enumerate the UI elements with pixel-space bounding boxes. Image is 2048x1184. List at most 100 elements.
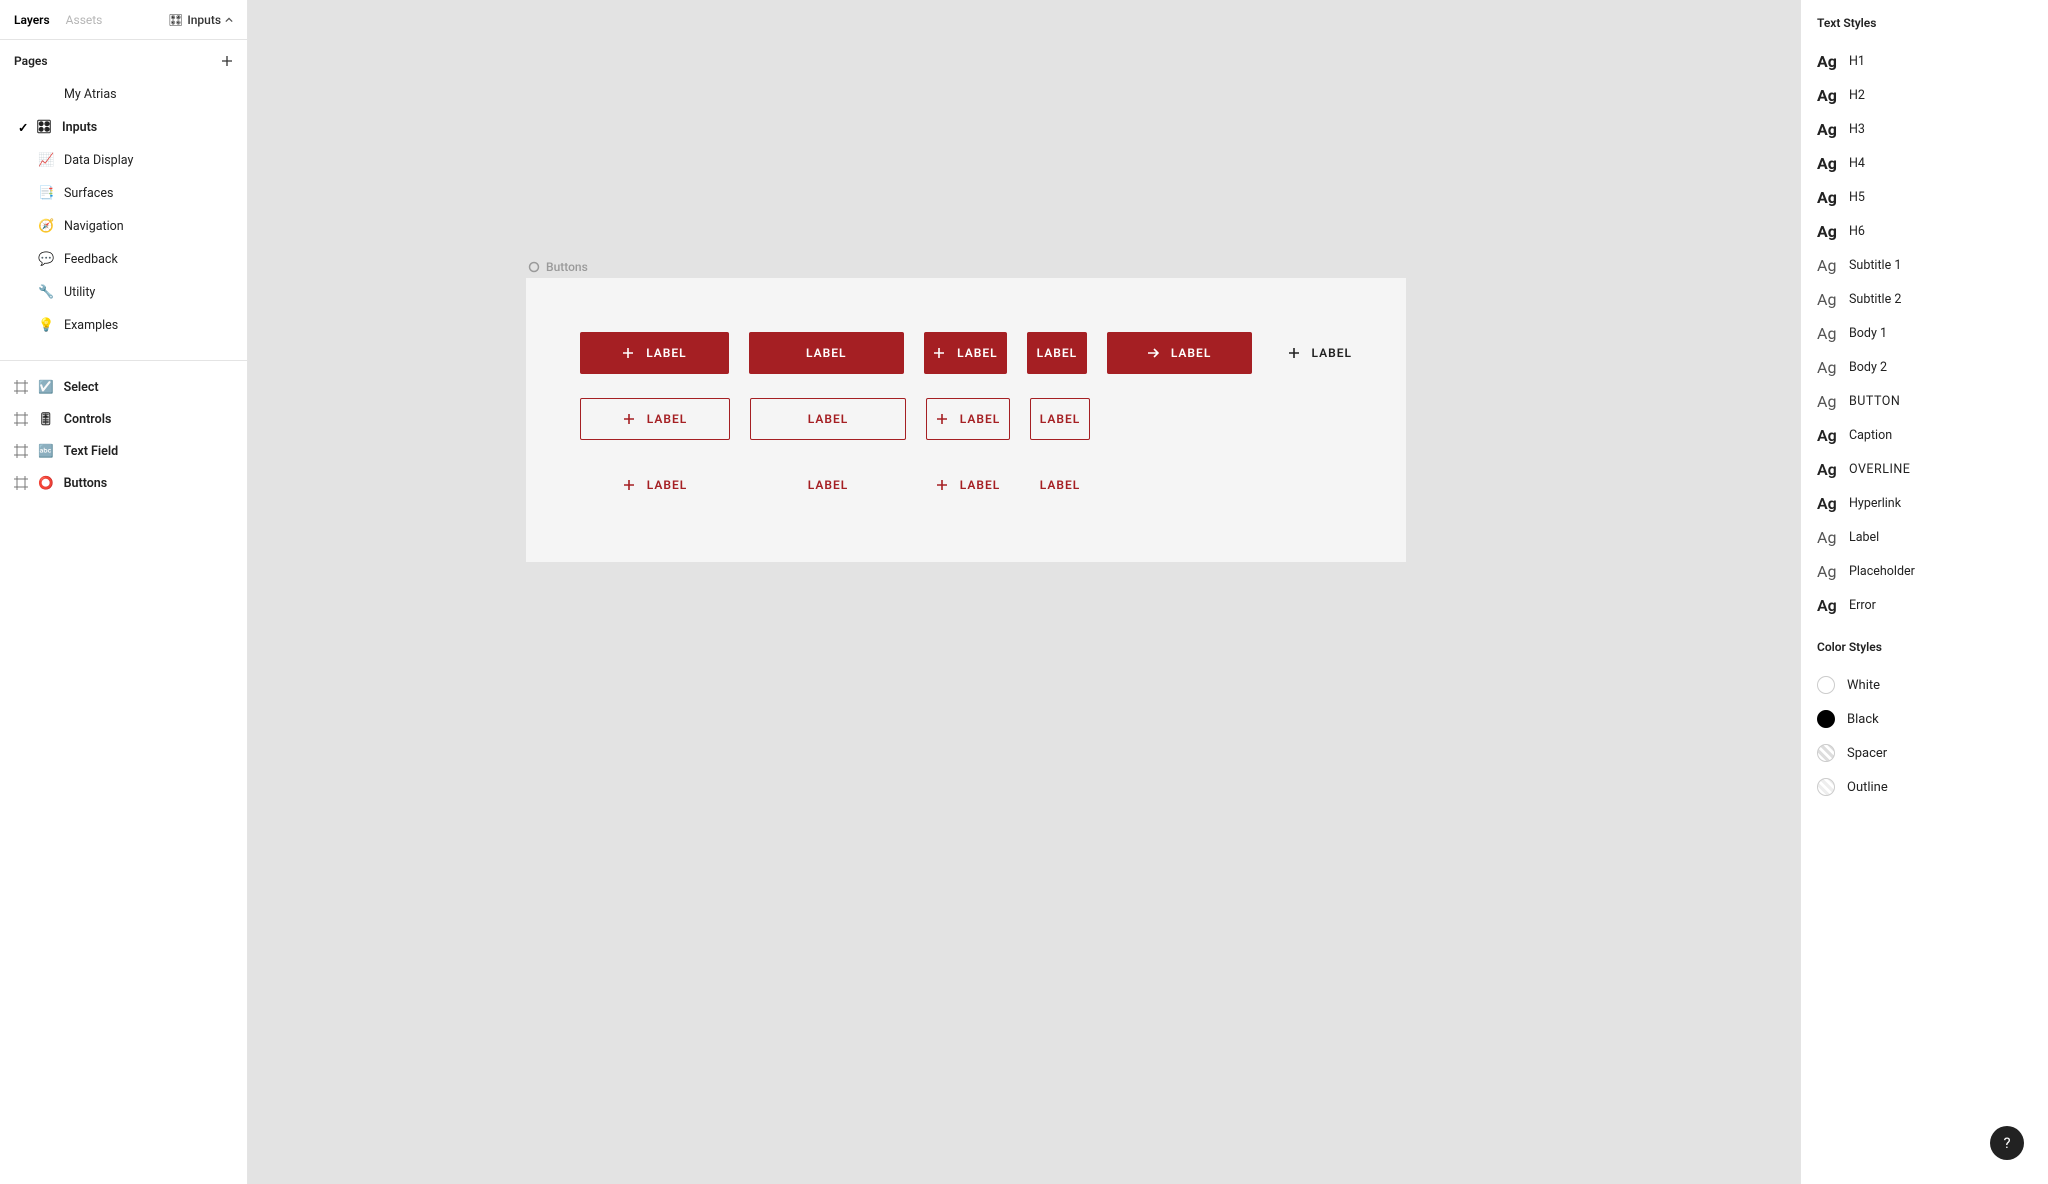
button-label: LABEL: [1312, 346, 1352, 360]
page-crumb[interactable]: 🎛 Inputs: [168, 13, 233, 27]
text-style-sample: Ag: [1817, 528, 1839, 547]
button-text-small[interactable]: LABEL: [1030, 464, 1090, 506]
frame-item-text-field[interactable]: 🔤 Text Field: [0, 435, 247, 467]
button-ghost-icon[interactable]: LABEL: [1288, 332, 1352, 374]
page-item-utility[interactable]: 🔧 Utility: [0, 276, 247, 309]
tab-layers[interactable]: Layers: [14, 13, 50, 27]
canvas[interactable]: Buttons LABEL LABEL LABEL LABEL LABEL: [248, 0, 1800, 1184]
text-style-item[interactable]: AgOVERLINE: [1817, 452, 2032, 486]
text-style-item[interactable]: AgBody 2: [1817, 350, 2032, 384]
color-styles-title: Color Styles: [1817, 640, 2032, 654]
buttons-frame[interactable]: LABEL LABEL LABEL LABEL LABEL LABEL: [526, 278, 1406, 562]
plus-icon: [936, 413, 948, 425]
button-filled-arrow[interactable]: LABEL: [1107, 332, 1252, 374]
buttons-row-text: LABEL LABEL LABEL LABEL: [580, 464, 1352, 506]
text-style-item[interactable]: AgH6: [1817, 214, 2032, 248]
add-page-button[interactable]: [221, 55, 233, 67]
text-style-label: BUTTON: [1849, 394, 1900, 409]
text-style-item[interactable]: AgCaption: [1817, 418, 2032, 452]
text-style-sample: Ag: [1817, 392, 1839, 411]
color-style-label: Black: [1847, 712, 1879, 727]
page-item-feedback[interactable]: 💬 Feedback: [0, 243, 247, 276]
frame-icon: [14, 444, 28, 458]
page-item-my-atrias[interactable]: My Atrias: [0, 78, 247, 111]
button-text-icon-large[interactable]: LABEL: [580, 464, 730, 506]
page-icon: 🎛: [36, 120, 52, 135]
color-style-item[interactable]: White: [1817, 668, 2032, 702]
page-item-inputs[interactable]: ✓ 🎛 Inputs: [0, 111, 247, 144]
page-icon: 🔧: [38, 285, 54, 300]
plus-icon: [622, 347, 634, 359]
text-style-item[interactable]: AgH3: [1817, 112, 2032, 146]
text-style-item[interactable]: AgH5: [1817, 180, 2032, 214]
page-icon: 💡: [38, 318, 54, 333]
frame-emoji: ☑️: [38, 380, 54, 395]
text-style-item[interactable]: Ag BUTTON: [1817, 384, 2032, 418]
button-label: LABEL: [1171, 346, 1211, 360]
button-outlined-small[interactable]: LABEL: [1030, 398, 1090, 440]
button-label: LABEL: [957, 346, 997, 360]
color-style-label: White: [1847, 678, 1880, 693]
button-label: LABEL: [1040, 478, 1080, 492]
frame-emoji: 🎚: [38, 412, 54, 427]
button-text-icon-small[interactable]: LABEL: [926, 464, 1010, 506]
text-style-item[interactable]: AgError: [1817, 588, 2032, 622]
text-style-label: Label: [1849, 530, 1879, 545]
tab-assets[interactable]: Assets: [66, 13, 103, 27]
sidebar-divider: [0, 360, 247, 361]
button-filled-icon-large[interactable]: LABEL: [580, 332, 729, 374]
button-label: LABEL: [960, 412, 1000, 426]
pages-header: Pages: [0, 40, 247, 78]
page-item-examples[interactable]: 💡 Examples: [0, 309, 247, 342]
text-style-sample: Ag: [1817, 222, 1839, 241]
page-label: Inputs: [62, 120, 97, 135]
button-filled-large[interactable]: LABEL: [749, 332, 904, 374]
color-swatch: [1817, 710, 1835, 728]
frames-list: ☑️ Select 🎚 Controls 🔤 Text Field ⭕ Butt…: [0, 371, 247, 511]
button-outlined-large[interactable]: LABEL: [750, 398, 906, 440]
page-icon: 🧭: [38, 219, 54, 234]
text-style-item[interactable]: AgSubtitle 1: [1817, 248, 2032, 282]
color-swatch: [1817, 778, 1835, 796]
button-label: LABEL: [1037, 346, 1077, 360]
text-style-item[interactable]: AgH4: [1817, 146, 2032, 180]
page-item-data-display[interactable]: 📈 Data Display: [0, 144, 247, 177]
text-style-item[interactable]: AgHyperlink: [1817, 486, 2032, 520]
frame-item-controls[interactable]: 🎚 Controls: [0, 403, 247, 435]
page-item-surfaces[interactable]: 📑 Surfaces: [0, 177, 247, 210]
frame-title[interactable]: Buttons: [528, 260, 588, 274]
help-button[interactable]: ?: [1990, 1126, 2024, 1160]
page-label: Surfaces: [64, 186, 113, 201]
text-style-label: Hyperlink: [1849, 496, 1901, 511]
text-style-sample: Ag: [1817, 86, 1839, 105]
check-icon: ✓: [18, 120, 26, 136]
frame-label: Select: [64, 380, 99, 395]
button-outlined-icon-small[interactable]: LABEL: [926, 398, 1010, 440]
color-style-item[interactable]: Outline: [1817, 770, 2032, 804]
text-style-label: Subtitle 2: [1849, 292, 1901, 307]
text-style-sample: Ag: [1817, 562, 1839, 581]
text-style-item[interactable]: AgH2: [1817, 78, 2032, 112]
color-style-item[interactable]: Black: [1817, 702, 2032, 736]
text-style-sample: Ag: [1817, 154, 1839, 173]
text-style-item[interactable]: AgSubtitle 2: [1817, 282, 2032, 316]
button-label: LABEL: [1040, 412, 1080, 426]
button-filled-icon-small[interactable]: LABEL: [924, 332, 1007, 374]
frame-item-select[interactable]: ☑️ Select: [0, 371, 247, 403]
color-style-label: Outline: [1847, 780, 1888, 795]
text-style-item[interactable]: Ag Label: [1817, 520, 2032, 554]
frame-icon: [14, 476, 28, 490]
button-filled-small[interactable]: LABEL: [1027, 332, 1087, 374]
page-item-navigation[interactable]: 🧭 Navigation: [0, 210, 247, 243]
button-outlined-icon-large[interactable]: LABEL: [580, 398, 730, 440]
button-label: LABEL: [960, 478, 1000, 492]
frame-emoji: ⭕: [38, 476, 54, 491]
text-style-item[interactable]: AgPlaceholder: [1817, 554, 2032, 588]
color-style-item[interactable]: Spacer: [1817, 736, 2032, 770]
frame-item-buttons[interactable]: ⭕ Buttons: [0, 467, 247, 499]
text-style-item[interactable]: AgBody 1: [1817, 316, 2032, 350]
text-style-item[interactable]: AgH1: [1817, 44, 2032, 78]
plus-icon: [623, 413, 635, 425]
sidebar-tabs: Layers Assets 🎛 Inputs: [0, 0, 247, 40]
button-text-large[interactable]: LABEL: [750, 464, 906, 506]
